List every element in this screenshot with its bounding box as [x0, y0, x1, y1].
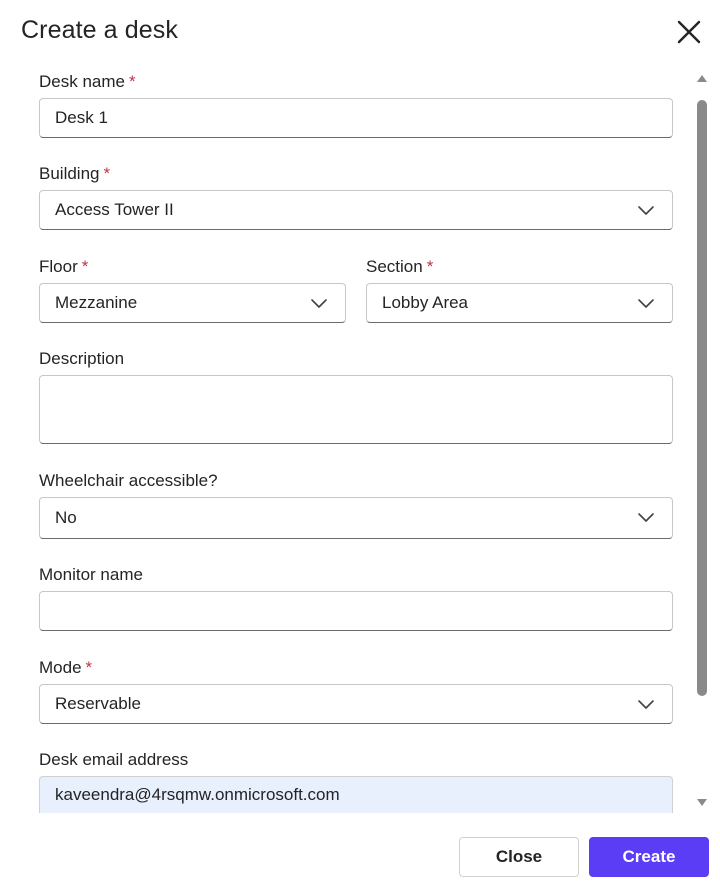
desk-name-input[interactable]: Desk 1: [39, 98, 673, 138]
chevron-down-icon: [638, 513, 654, 522]
wheelchair-value: No: [55, 508, 77, 527]
close-button[interactable]: Close: [459, 837, 579, 877]
chevron-down-icon: [311, 299, 327, 308]
building-value: Access Tower II: [55, 200, 174, 219]
description-textarea[interactable]: [39, 375, 673, 444]
scroll-up-arrow-icon[interactable]: [696, 70, 708, 82]
wheelchair-label: Wheelchair accessible?: [39, 471, 218, 490]
mode-select[interactable]: Reservable: [39, 684, 673, 724]
required-marker: *: [103, 164, 111, 183]
desk-email-label: Desk email address: [39, 750, 189, 769]
mode-value: Reservable: [55, 694, 141, 713]
wheelchair-select[interactable]: No: [39, 497, 673, 539]
chevron-down-icon: [638, 299, 654, 308]
dialog-title: Create a desk: [21, 16, 178, 44]
desk-name-label: Desk name *: [39, 72, 136, 91]
desk-email-input[interactable]: kaveendra@4rsqmw.onmicrosoft.com: [39, 776, 673, 813]
floor-select[interactable]: Mezzanine: [39, 283, 346, 323]
section-value: Lobby Area: [382, 293, 469, 312]
building-select[interactable]: Access Tower II: [39, 190, 673, 230]
create-button[interactable]: Create: [589, 837, 709, 877]
scrollbar-thumb[interactable]: [697, 100, 707, 696]
scroll-down-arrow-icon[interactable]: [696, 795, 708, 806]
building-label: Building *: [39, 164, 111, 183]
required-marker: *: [128, 72, 136, 91]
monitor-name-input[interactable]: [39, 591, 673, 631]
chevron-down-icon: [638, 700, 654, 709]
chevron-down-icon: [638, 206, 654, 215]
floor-label: Floor *: [39, 257, 89, 276]
description-label: Description: [39, 349, 125, 368]
required-marker: *: [426, 257, 434, 276]
floor-value: Mezzanine: [55, 293, 138, 312]
section-label: Section *: [366, 257, 434, 276]
close-icon[interactable]: [674, 17, 704, 47]
create-desk-dialog: Create a desk Desk name * Desk 1 Building…: [0, 0, 720, 887]
required-marker: *: [85, 658, 93, 677]
required-marker: *: [81, 257, 89, 276]
section-select[interactable]: Lobby Area: [366, 283, 673, 323]
mode-label: Mode *: [39, 658, 93, 677]
monitor-name-label: Monitor name: [39, 565, 143, 584]
